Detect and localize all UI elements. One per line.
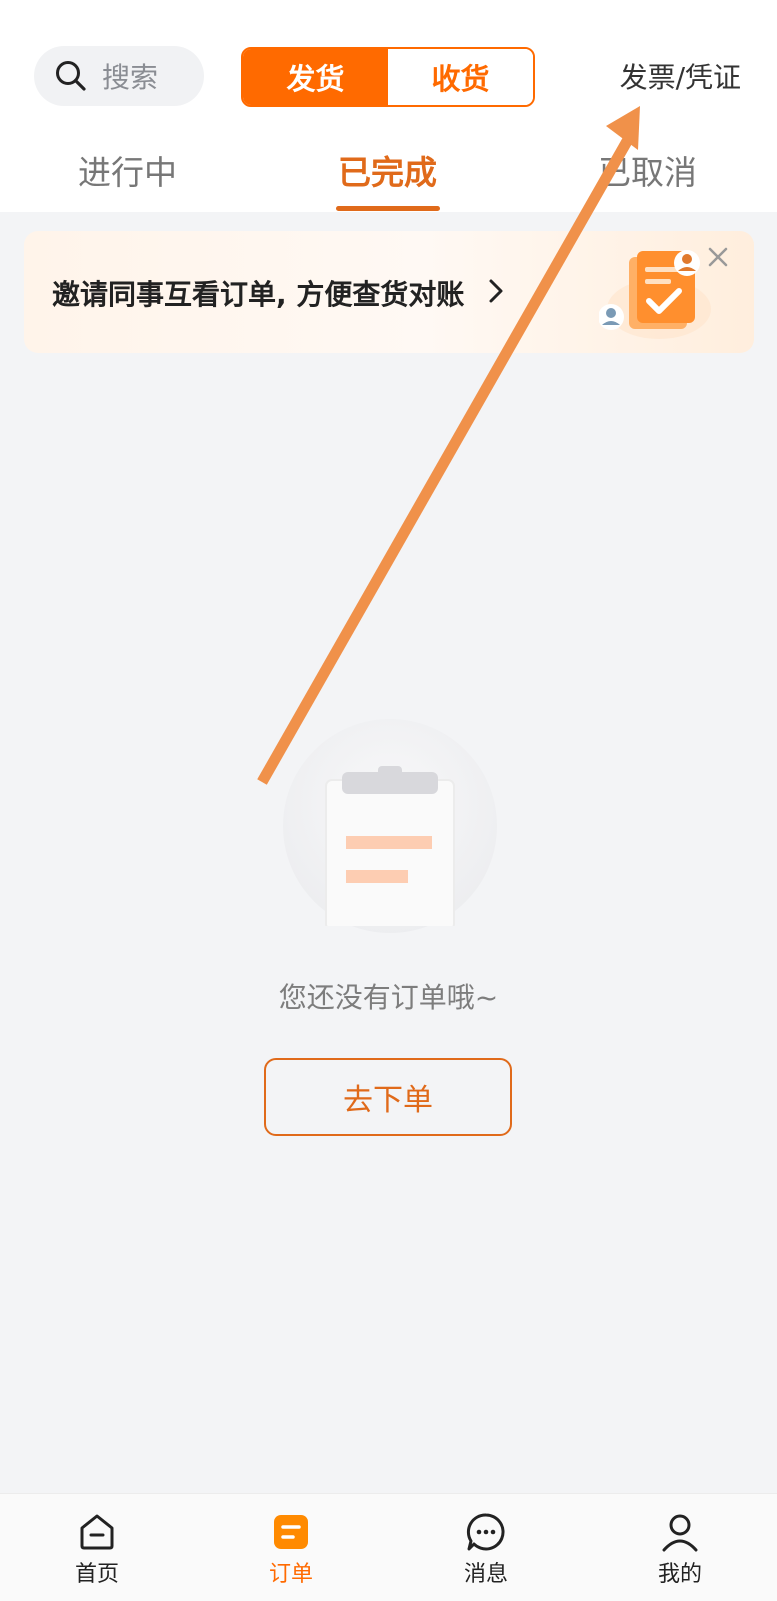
nav-item-profile[interactable]: 我的 xyxy=(630,1512,730,1588)
nav-item-home[interactable]: 首页 xyxy=(47,1512,147,1588)
nav-label-profile: 我的 xyxy=(657,1562,702,1587)
message-icon xyxy=(466,1513,505,1551)
nav-item-orders[interactable]: 订单 xyxy=(241,1512,341,1588)
annotation-arrow-icon xyxy=(257,106,640,785)
nav-item-messages[interactable]: 消息 xyxy=(436,1512,536,1588)
nav-label-home: 首页 xyxy=(74,1562,119,1587)
nav-label-orders: 订单 xyxy=(268,1562,313,1587)
nav-label-messages: 消息 xyxy=(463,1562,508,1587)
profile-icon xyxy=(662,1514,698,1552)
bottom-navigation: 首页 订单 消息 我的 xyxy=(0,1493,777,1601)
home-icon xyxy=(80,1514,114,1550)
order-icon xyxy=(274,1515,308,1549)
